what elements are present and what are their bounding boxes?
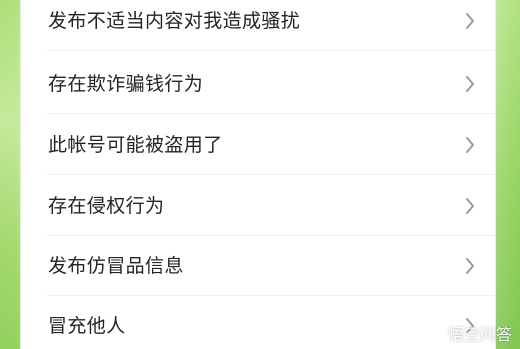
chevron-right-icon	[466, 76, 474, 92]
report-option-label: 发布仿冒品信息	[48, 255, 184, 277]
report-option-label: 存在欺诈骗钱行为	[48, 73, 204, 95]
report-option-label: 发布不适当内容对我造成骚扰	[48, 10, 301, 32]
wukong-watermark: 悟空问答	[425, 323, 512, 344]
report-option-harassment[interactable]: 发布不适当内容对我造成骚扰	[21, 0, 495, 51]
chevron-right-icon	[466, 13, 474, 29]
report-option-counterfeit[interactable]: 发布仿冒品信息	[21, 236, 495, 296]
report-option-impersonation[interactable]: 冒充他人	[21, 296, 495, 349]
report-option-label: 此帐号可能被盗用了	[48, 134, 223, 156]
report-option-fraud[interactable]: 存在欺诈骗钱行为	[21, 54, 495, 114]
report-option-account-stolen[interactable]: 此帐号可能被盗用了	[21, 115, 495, 175]
watermark-text: 悟空问答	[447, 327, 512, 344]
chevron-right-icon	[466, 198, 474, 214]
wukong-logo-icon	[425, 324, 444, 342]
report-options-panel: 发布不适当内容对我造成骚扰 存在欺诈骗钱行为 此帐号可能被盗用了 存在侵权行为 …	[20, 0, 496, 349]
report-option-infringement[interactable]: 存在侵权行为	[21, 176, 495, 236]
chevron-right-icon	[466, 258, 474, 274]
report-option-label: 冒充他人	[48, 315, 126, 337]
right-background-strip	[492, 0, 520, 349]
chevron-right-icon	[466, 137, 474, 153]
left-background-strip	[0, 0, 22, 349]
report-option-label: 存在侵权行为	[48, 195, 165, 217]
